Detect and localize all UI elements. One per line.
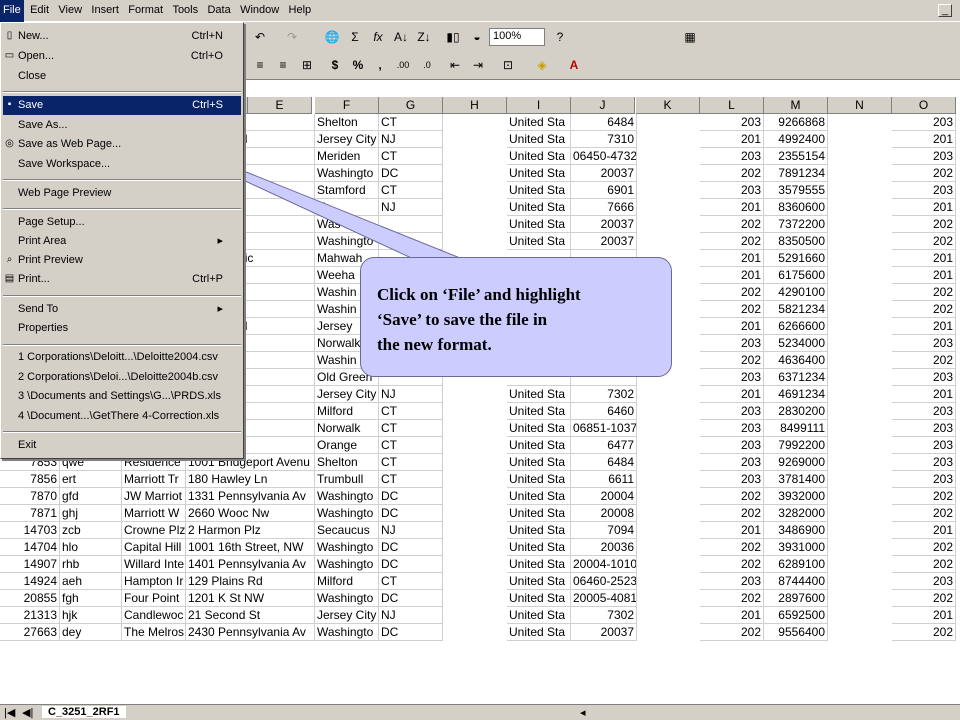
menu-separator bbox=[3, 295, 241, 297]
menu-item-label: Save bbox=[18, 99, 44, 111]
menu-item-label: Web Page Preview bbox=[18, 187, 112, 199]
menu-item-close[interactable]: Close bbox=[3, 67, 241, 86]
file-menu: ▯ New... Ctrl+N ▭ Open... Ctrl+O Close ▪ Save Ctr… bbox=[0, 22, 244, 459]
menu-item-label: Print... bbox=[18, 273, 50, 285]
menu-item-exit[interactable]: Exit bbox=[3, 436, 241, 455]
instruction-callout: Click on ‘File’ and highlight ‘Save’ to … bbox=[360, 257, 672, 377]
magnifier-icon: ⌕ bbox=[6, 254, 13, 265]
menu-item-label: Print Area bbox=[18, 235, 67, 247]
web-icon: ◎ bbox=[5, 138, 14, 149]
menu-item-label: Save Workspace... bbox=[18, 158, 111, 170]
menu-item-label: 1 Corporations\Deloitt...\Deloitte2004.c… bbox=[18, 351, 218, 363]
menu-item-recent-file-3[interactable]: 3 \Documents and Settings\G...\PRDS.xls bbox=[3, 387, 241, 406]
menu-item-label: 3 \Documents and Settings\G...\PRDS.xls bbox=[18, 390, 221, 402]
menu-item-label: Save As... bbox=[18, 119, 68, 131]
menu-item-shortcut: Ctrl+P bbox=[192, 273, 223, 285]
menu-item-recent-file-4[interactable]: 4 \Document...\GetThere 4-Correction.xls bbox=[3, 407, 241, 426]
menu-item-label: Close bbox=[18, 70, 47, 82]
menu-item-label: Open... bbox=[18, 50, 55, 62]
menu-item-label: 4 \Document...\GetThere 4-Correction.xls bbox=[18, 410, 220, 422]
menu-item-send-to[interactable]: Send To ▸ bbox=[3, 300, 241, 319]
menu-item-shortcut: Ctrl+S bbox=[192, 99, 223, 111]
menu-separator bbox=[3, 344, 241, 346]
menu-item-new[interactable]: ▯ New... Ctrl+N bbox=[3, 27, 241, 46]
menu-item-properties[interactable]: Properties bbox=[3, 319, 241, 338]
menu-item-web-page-preview[interactable]: Web Page Preview bbox=[3, 184, 241, 203]
menu-item-save-as-web-page[interactable]: ◎ Save as Web Page... bbox=[3, 135, 241, 154]
menu-item-print-preview[interactable]: ⌕ Print Preview bbox=[3, 251, 241, 270]
menu-item-print-area[interactable]: Print Area ▸ bbox=[3, 232, 241, 251]
menu-item-label: 2 Corporations\Deloi...\Deloitte2004b.cs… bbox=[18, 371, 218, 383]
menu-item-label: Properties bbox=[18, 322, 69, 334]
menu-item-label: Send To bbox=[18, 303, 59, 315]
menu-item-shortcut: Ctrl+O bbox=[190, 50, 223, 62]
menu-item-shortcut: ▸ bbox=[217, 235, 223, 247]
new-doc-icon: ▯ bbox=[6, 30, 13, 41]
menu-item-print[interactable]: ▤ Print... Ctrl+P bbox=[3, 270, 241, 289]
menu-item-shortcut: Ctrl+N bbox=[191, 30, 223, 42]
menu-item-recent-file-1[interactable]: 1 Corporations\Deloitt...\Deloitte2004.c… bbox=[3, 348, 241, 367]
menu-item-label: Exit bbox=[18, 439, 37, 451]
menu-separator bbox=[3, 208, 241, 210]
folder-icon: ▭ bbox=[4, 50, 15, 61]
menu-item-recent-file-2[interactable]: 2 Corporations\Deloi...\Deloitte2004b.cs… bbox=[3, 368, 241, 387]
menu-item-label: New... bbox=[18, 30, 49, 42]
menu-item-open[interactable]: ▭ Open... Ctrl+O bbox=[3, 47, 241, 66]
menu-separator bbox=[3, 91, 241, 93]
menu-item-label: Save as Web Page... bbox=[18, 138, 122, 150]
menu-item-shortcut: ▸ bbox=[217, 303, 223, 315]
menu-separator bbox=[3, 431, 241, 433]
menu-item-save[interactable]: ▪ Save Ctrl+S bbox=[3, 96, 241, 115]
menu-item-label: Page Setup... bbox=[18, 216, 85, 228]
menu-item-save-as[interactable]: Save As... bbox=[3, 116, 241, 135]
menu-separator bbox=[3, 179, 241, 181]
floppy-icon: ▪ bbox=[7, 99, 12, 110]
menu-item-label: Print Preview bbox=[18, 254, 83, 266]
menu-item-page-setup[interactable]: Page Setup... bbox=[3, 213, 241, 232]
menu-item-save-workspace[interactable]: Save Workspace... bbox=[3, 155, 241, 174]
printer-icon: ▤ bbox=[4, 273, 15, 284]
